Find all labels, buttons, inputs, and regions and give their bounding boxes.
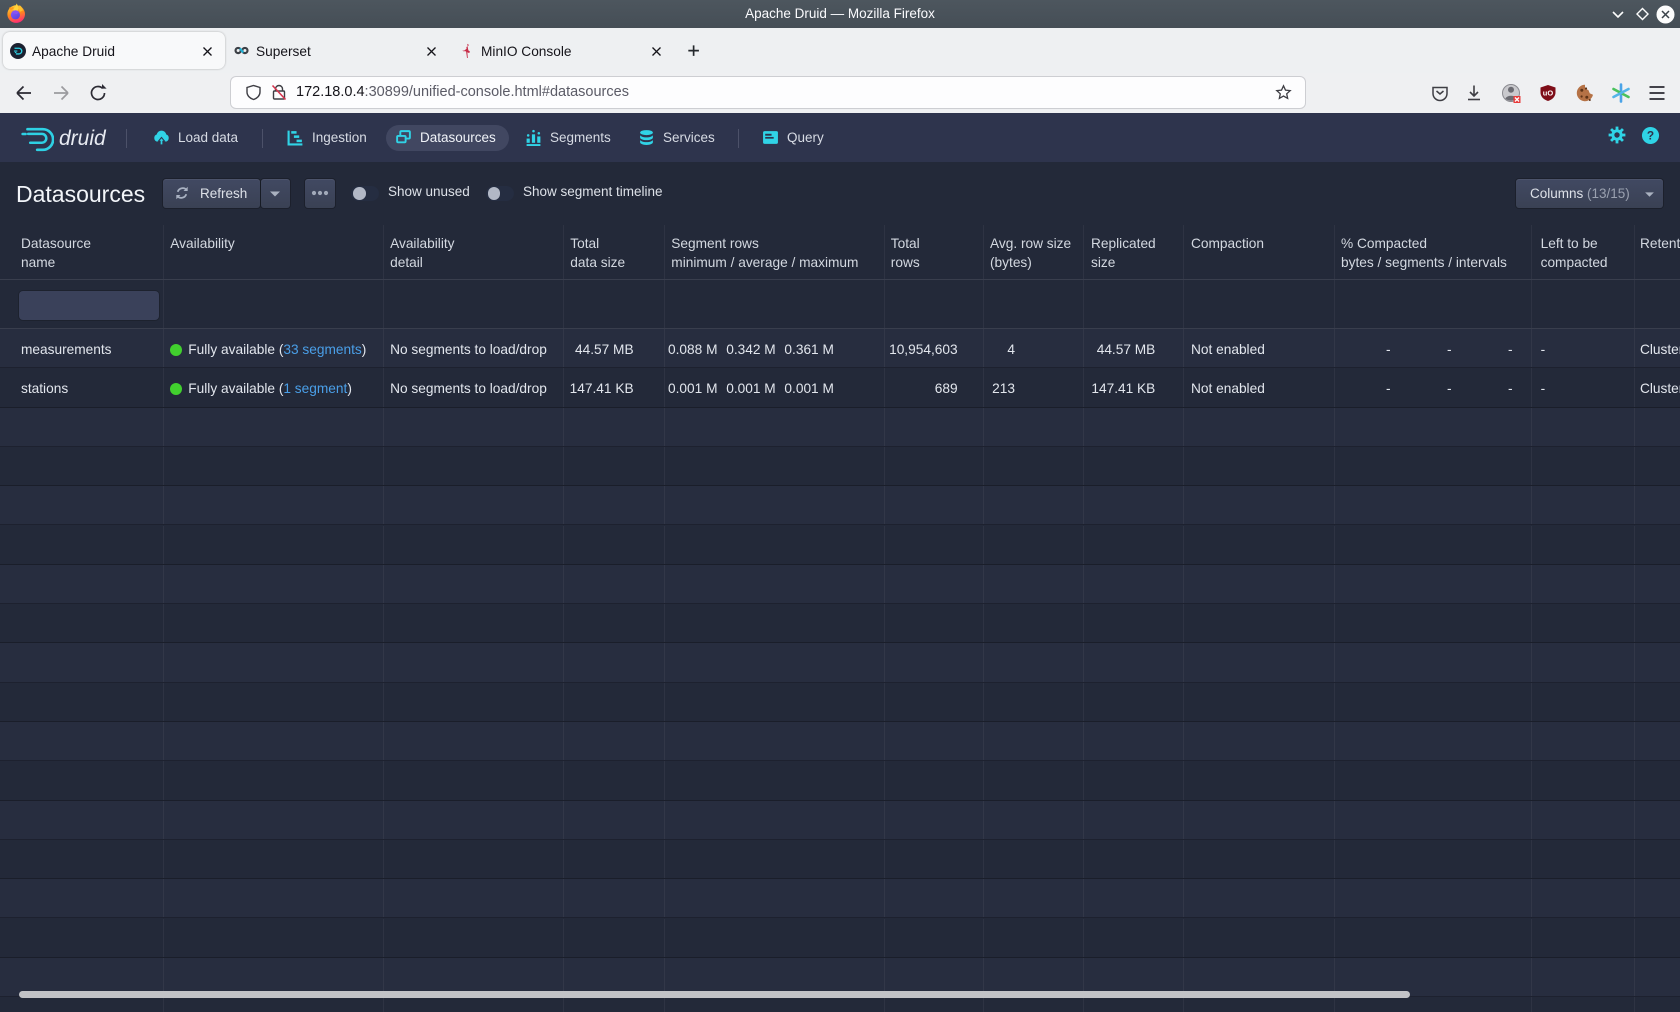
svg-text:uO: uO bbox=[1543, 89, 1554, 98]
svg-text:?: ? bbox=[1647, 128, 1654, 142]
